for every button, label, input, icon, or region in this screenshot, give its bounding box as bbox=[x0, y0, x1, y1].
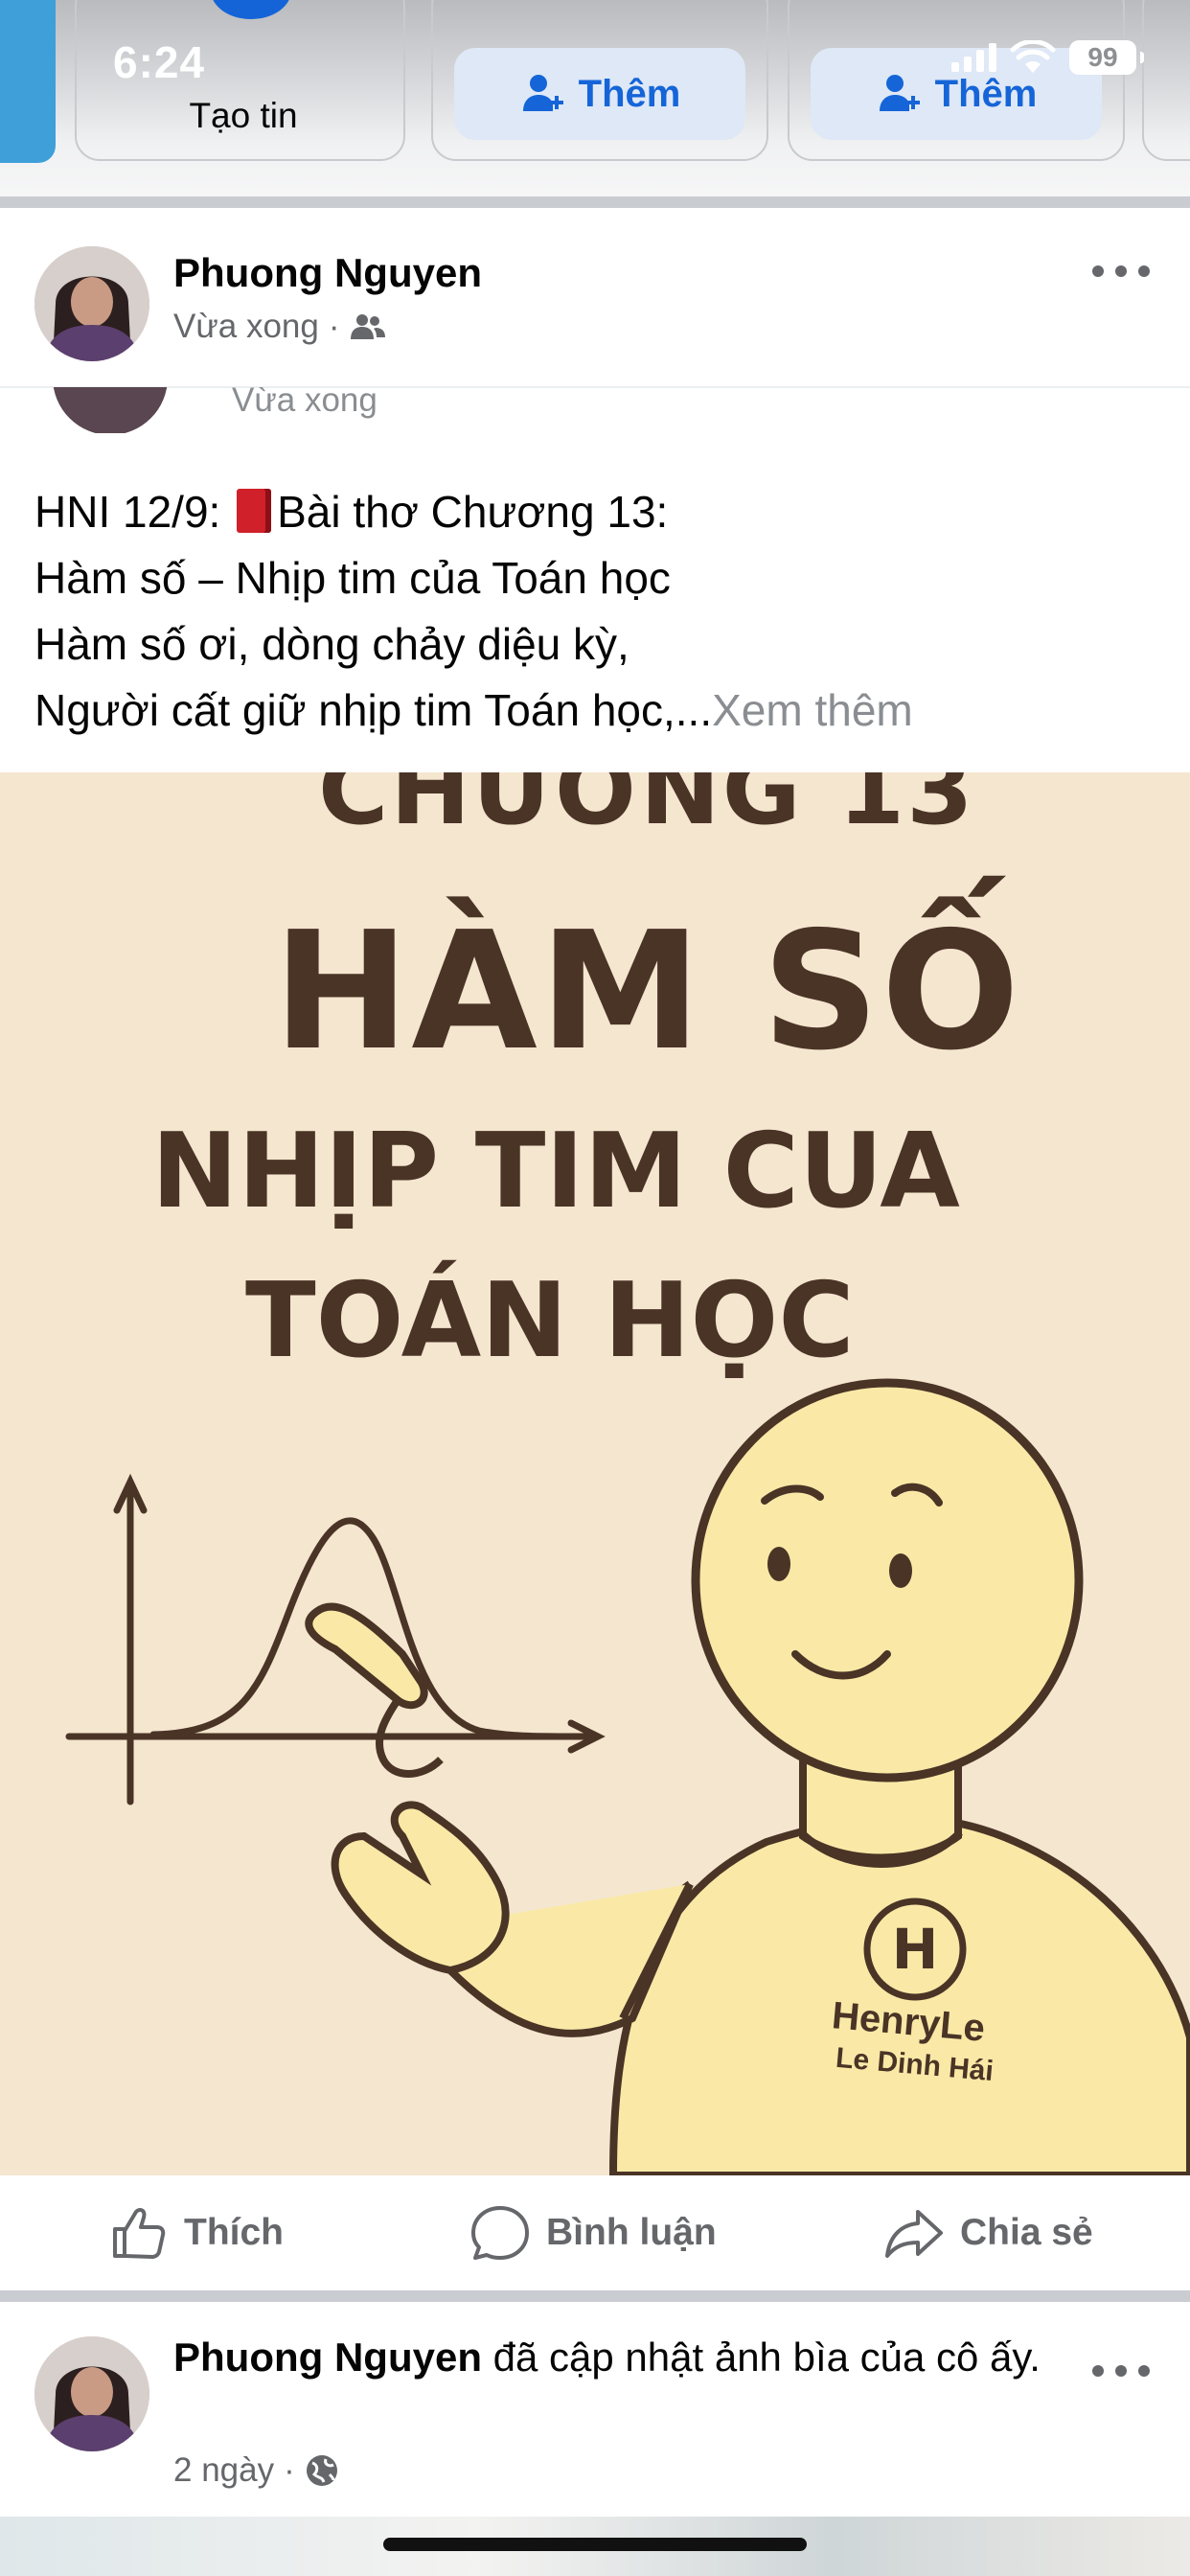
like-button[interactable]: Thích bbox=[107, 2202, 284, 2264]
more-options-icon[interactable] bbox=[1092, 2361, 1150, 2380]
more-options-icon[interactable] bbox=[1092, 262, 1150, 281]
thumbs-up-icon bbox=[113, 2208, 166, 2259]
share-label: Chia sẻ bbox=[960, 2212, 1093, 2253]
post-meta: Vừa xong · bbox=[173, 308, 386, 346]
stories-strip: 6:24 Tạo tin Thêm Thêm 99 bbox=[0, 0, 1190, 196]
post-text-line: Người cất giữ nhịp tim Toán học,... bbox=[34, 685, 713, 735]
add-friend-label: Thêm bbox=[934, 72, 1038, 115]
post-text-line: Bài thơ Chương 13: bbox=[277, 487, 669, 537]
avatar[interactable] bbox=[34, 246, 149, 361]
post-meta: 2 ngày · bbox=[173, 2451, 339, 2490]
post-action-text: đã cập nhật ảnh bìa của cô ấy. bbox=[492, 2334, 1041, 2380]
post-image[interactable]: CHƯƠNG 13 HÀM SỐ NHỊP TIM CUA TOÁN HỌC H… bbox=[0, 772, 1190, 2175]
home-indicator[interactable] bbox=[383, 2538, 807, 2551]
create-story-label[interactable]: Tạo tin bbox=[75, 96, 412, 136]
post-header: Phuong Nguyen đã cập nhật ảnh bìa của cô… bbox=[0, 2302, 1190, 2517]
friends-icon bbox=[350, 314, 385, 339]
see-more-link[interactable]: Xem thêm bbox=[712, 685, 913, 735]
add-person-icon bbox=[879, 75, 920, 111]
status-indicators: 99 bbox=[951, 40, 1144, 75]
post-author-name[interactable]: Phuong Nguyen bbox=[173, 2334, 482, 2380]
ghost-timestamp: Vừa xong bbox=[232, 387, 378, 419]
illustration: H bbox=[65, 1378, 1190, 2175]
globe-icon bbox=[306, 2455, 337, 2486]
wifi-icon bbox=[1010, 40, 1056, 73]
meta-dot: · bbox=[284, 2451, 295, 2489]
post-text-line: Hàm số ơi, dòng chảy diệu kỳ, bbox=[34, 619, 629, 669]
status-time: 6:24 bbox=[113, 37, 206, 87]
add-person-icon bbox=[522, 75, 563, 111]
scrolled-header-ghost: Vừa xong bbox=[0, 387, 1190, 433]
battery-icon: 99 bbox=[1069, 40, 1144, 75]
avatar-photo bbox=[34, 246, 149, 361]
avatar bbox=[53, 387, 168, 433]
story-thumbnail[interactable] bbox=[0, 0, 56, 163]
red-book-icon bbox=[237, 489, 272, 533]
like-label: Thích bbox=[184, 2212, 284, 2253]
post-text: HNI 12/9: Bài thơ Chương 13: Hàm số – Nh… bbox=[34, 479, 1165, 744]
avatar[interactable] bbox=[34, 2336, 149, 2451]
share-button[interactable]: Chia sẻ bbox=[883, 2202, 1093, 2264]
story-card[interactable] bbox=[1142, 0, 1190, 161]
meta-dot: · bbox=[328, 308, 340, 345]
comment-label: Bình luận bbox=[546, 2212, 717, 2253]
share-arrow-icon bbox=[885, 2210, 943, 2258]
comment-bubble-icon bbox=[471, 2206, 529, 2260]
feed-divider bbox=[0, 196, 1190, 208]
post-timestamp[interactable]: Vừa xong bbox=[173, 308, 319, 346]
add-friend-button[interactable]: Thêm bbox=[454, 48, 745, 140]
post-author-name[interactable]: Phuong Nguyen bbox=[173, 250, 482, 296]
post-text-line: HNI 12/9: bbox=[34, 487, 221, 537]
post2-headline: Phuong Nguyen đã cập nhật ảnh bìa của cô… bbox=[173, 2329, 1055, 2386]
add-friend-label: Thêm bbox=[578, 72, 681, 115]
comment-button[interactable]: Bình luận bbox=[469, 2202, 717, 2264]
avatar-photo bbox=[34, 2336, 149, 2451]
feed-divider bbox=[0, 2290, 1190, 2302]
post-header: Phuong Nguyen Vừa xong · bbox=[0, 208, 1190, 386]
logo-letter: H bbox=[892, 1917, 939, 1982]
post-action-bar: Thích Bình luận Chia sẻ bbox=[0, 2175, 1190, 2290]
cellular-signal-icon bbox=[951, 43, 996, 72]
post-timestamp[interactable]: 2 ngày bbox=[173, 2451, 274, 2490]
post-text-line: Hàm số – Nhịp tim của Toán học bbox=[34, 553, 671, 603]
